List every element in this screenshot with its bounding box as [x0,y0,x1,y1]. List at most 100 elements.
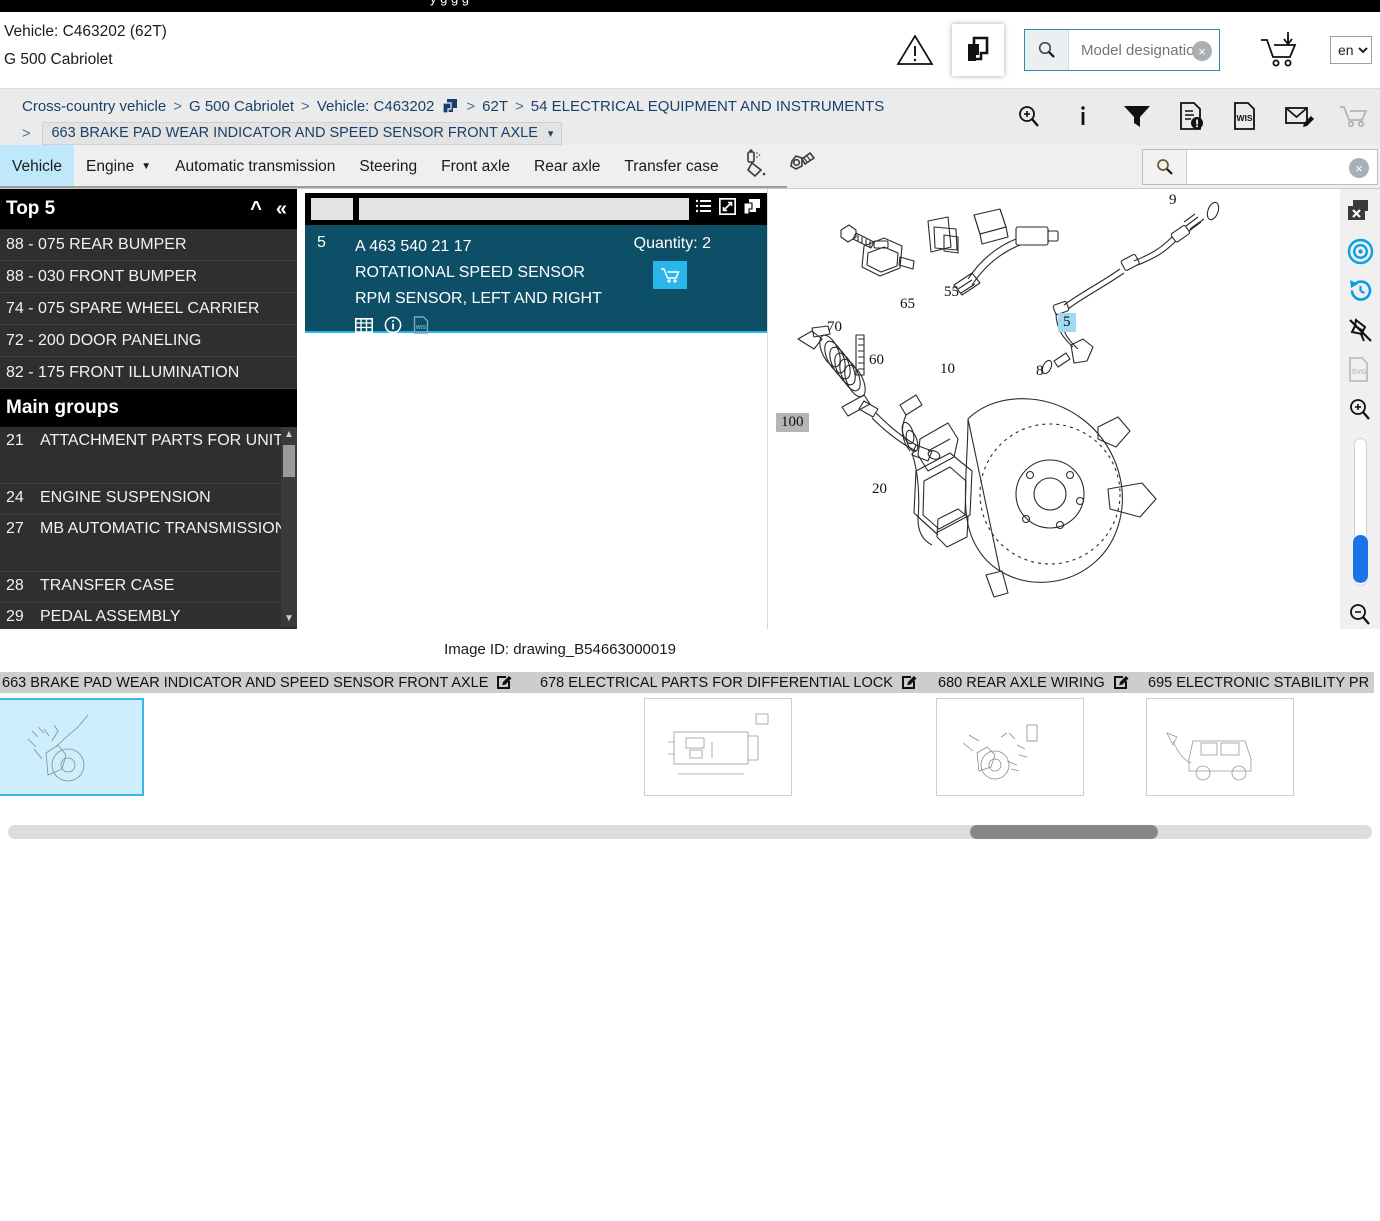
target-focus-icon[interactable] [1345,237,1375,267]
top5-header: Top 5 ^ « [0,189,297,229]
history-reset-icon[interactable] [1345,276,1375,306]
thumbnail-strip: 663 BRAKE PAD WEAR INDICATOR AND SPEED S… [0,672,1380,807]
bolt-fastener-icon[interactable] [785,150,815,183]
diagram-callout-5[interactable]: 5 [1058,313,1076,332]
search-icon[interactable] [1025,30,1069,70]
main-groups-scrollbar[interactable]: ▲ ▼ [281,427,297,627]
top5-item-1[interactable]: 88 - 030 FRONT BUMPER [0,261,297,293]
breadcrumb-copy-icon[interactable] [441,97,459,115]
part-list-panel: 5 A 463 540 21 17 ROTATIONAL SPEED SENSO… [297,189,767,629]
copy-icon[interactable] [743,198,761,220]
copy-documents-icon[interactable] [952,24,1004,76]
zoom-in-icon[interactable] [1345,395,1375,425]
zoom-in-icon[interactable] [1012,96,1046,136]
main-group-24[interactable]: 24 ENGINE SUSPENSION [0,484,297,515]
shopping-cart-add-icon[interactable] [1256,27,1302,73]
breadcrumb-current-label: 663 BRAKE PAD WEAR INDICATOR AND SPEED S… [51,125,538,141]
diagram-callout-60[interactable]: 60 [869,352,884,369]
info-circle-icon[interactable] [384,316,402,339]
wis-document-icon: WIS [413,316,429,339]
thumbnail-title[interactable]: 678 ELECTRICAL PARTS FOR DIFFERENTIAL LO… [534,672,932,693]
search-icon[interactable] [1143,150,1187,184]
edit-pencil-icon[interactable] [901,673,917,693]
chevron-up-icon[interactable]: ^ [250,198,262,221]
parts-search[interactable]: × [1142,149,1378,185]
header-actions: × en [892,24,1372,76]
chevron-down-icon[interactable]: ▾ [548,127,554,140]
list-view-icon[interactable] [695,198,712,220]
tab-front-axle[interactable]: Front axle [429,145,522,188]
main-group-27[interactable]: 27 MB AUTOMATIC TRANSMISSION [0,515,297,572]
main-group-number: 21 [6,432,24,449]
unpin-icon[interactable] [1345,316,1375,346]
clear-search-icon[interactable]: × [1349,158,1369,178]
diagram-callout-20[interactable]: 20 [872,481,887,498]
breadcrumb-item-1[interactable]: G 500 Cabriolet [189,98,294,115]
main-group-29[interactable]: 29 PEDAL ASSEMBLY [0,603,297,627]
scrollbar-thumb[interactable] [283,445,295,477]
breadcrumb-separator: > [466,97,476,115]
wis-document-icon[interactable]: WIS [1228,96,1262,136]
add-to-cart-button[interactable] [653,261,687,289]
diagram-callout-70[interactable]: 70 [827,319,842,336]
top5-item-2[interactable]: 74 - 075 SPARE WHEEL CARRIER [0,293,297,325]
table-grid-icon[interactable] [355,317,373,339]
tab-vehicle[interactable]: Vehicle [0,145,74,188]
edit-pencil-icon[interactable] [496,673,512,693]
breadcrumb-item-0[interactable]: Cross-country vehicle [22,98,166,115]
tab-rear-axle[interactable]: Rear axle [522,145,612,188]
scroll-up-icon[interactable]: ▲ [281,427,297,443]
warning-triangle-icon[interactable] [892,27,938,73]
diagram-callout-9[interactable]: 9 [1169,192,1177,209]
main-group-21[interactable]: 21 ATTACHMENT PARTS FOR UNITS [0,427,297,484]
thumbnail-image-678[interactable] [644,698,792,796]
expand-fullscreen-icon[interactable] [718,197,737,220]
double-chevron-left-icon[interactable]: « [276,198,287,221]
thumbnail-title[interactable]: 680 REAR AXLE WIRING [932,672,1142,693]
close-window-icon[interactable] [1345,197,1375,227]
breadcrumb-item-3[interactable]: 62T [482,98,508,115]
tab-automatic-transmission[interactable]: Automatic transmission [163,145,347,188]
clear-search-icon[interactable]: × [1192,41,1212,61]
diagram-callout-10[interactable]: 10 [940,361,955,378]
top5-item-0[interactable]: 88 - 075 REAR BUMPER [0,229,297,261]
main-group-28[interactable]: 28 TRANSFER CASE [0,572,297,603]
breadcrumb-item-4[interactable]: 54 ELECTRICAL EQUIPMENT AND INSTRUMENTS [531,98,884,115]
info-icon[interactable] [1066,96,1100,136]
edit-pencil-icon[interactable] [1113,673,1129,693]
diagram-callout-55[interactable]: 55 [944,284,959,301]
language-select[interactable]: en [1330,36,1372,64]
scrollbar-thumb[interactable] [970,825,1158,839]
chevron-down-icon[interactable]: ▼ [141,161,151,172]
thumbnail-panel-678: 678 ELECTRICAL PARTS FOR DIFFERENTIAL LO… [534,672,932,796]
tab-transfer-case[interactable]: Transfer case [612,145,730,188]
tab-engine[interactable]: Engine ▼ [74,145,163,188]
zoom-slider-thumb[interactable] [1352,534,1368,583]
scroll-down-icon[interactable]: ▼ [281,611,297,627]
document-alert-icon[interactable] [1174,96,1208,136]
part-list-header [305,193,767,225]
part-row[interactable]: 5 A 463 540 21 17 ROTATIONAL SPEED SENSO… [305,225,767,334]
diagram-viewer[interactable]: 9 55 65 70 60 5 10 8 100 20 SVG [767,189,1380,629]
breadcrumb-current-group[interactable]: 663 BRAKE PAD WEAR INDICATOR AND SPEED S… [42,122,563,145]
breadcrumb-item-2[interactable]: Vehicle: C463202 [317,98,435,115]
tab-steering[interactable]: Steering [347,145,429,188]
thumbnail-title[interactable]: 663 BRAKE PAD WEAR INDICATOR AND SPEED S… [0,672,534,693]
diagram-callout-65[interactable]: 65 [900,296,915,313]
zoom-out-icon[interactable] [1345,600,1375,630]
image-id-label: Image ID: drawing_B54663000019 [444,641,676,658]
thumbnail-scrollbar[interactable] [8,825,1372,839]
diagram-callout-8[interactable]: 8 [1036,363,1044,380]
mail-edit-icon[interactable] [1282,96,1316,136]
paint-spray-icon[interactable] [743,149,769,184]
zoom-slider[interactable] [1352,438,1368,586]
model-designation-search[interactable]: × [1024,29,1220,71]
thumbnail-image-663[interactable] [0,698,144,796]
diagram-callout-100[interactable]: 100 [776,413,809,432]
thumbnail-image-695[interactable] [1146,698,1294,796]
top5-item-3[interactable]: 72 - 200 DOOR PANELING [0,325,297,357]
thumbnail-image-680[interactable] [936,698,1084,796]
filter-funnel-icon[interactable] [1120,96,1154,136]
thumbnail-title[interactable]: 695 ELECTRONIC STABILITY PR [1142,672,1374,693]
top5-item-4[interactable]: 82 - 175 FRONT ILLUMINATION [0,357,297,389]
